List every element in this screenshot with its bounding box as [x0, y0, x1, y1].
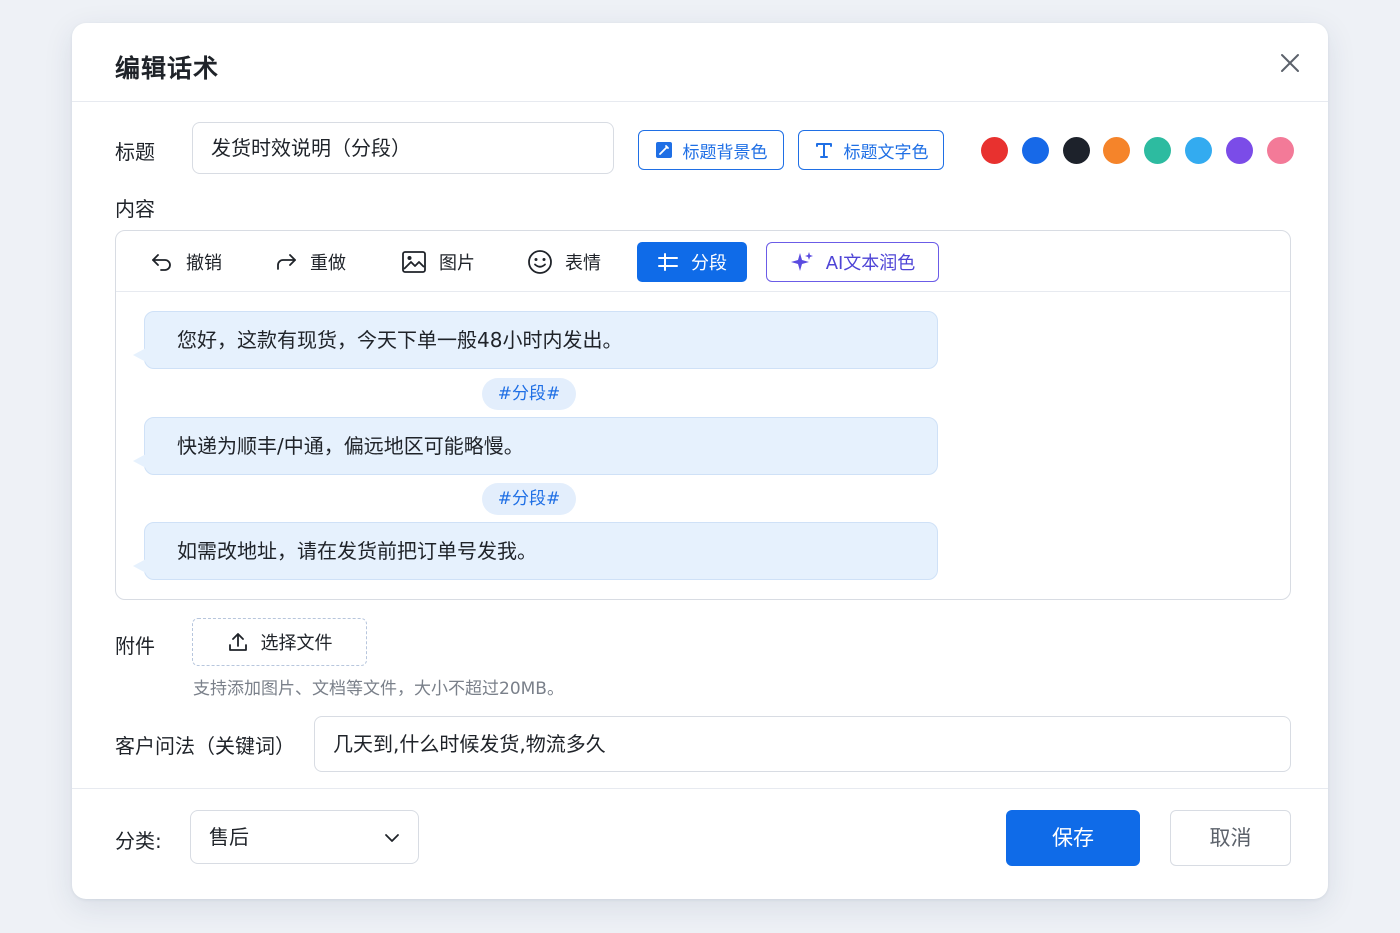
content-label: 内容	[115, 197, 155, 221]
color-swatch-1[interactable]	[981, 137, 1008, 164]
title-text-color-label: 标题文字色	[843, 142, 929, 163]
message-bubble-2[interactable]: 快递为顺丰/中通，偏远地区可能略慢。	[133, 417, 938, 475]
undo-icon	[152, 254, 171, 271]
dialog-header: 编辑话术	[72, 23, 1328, 102]
edit-script-dialog: 编辑话术 标题 发货时效说明（分段） 标题背景色 标题文字色 内容 撤销 重做 …	[72, 23, 1328, 899]
color-swatch-6[interactable]	[1185, 137, 1212, 164]
color-swatch-8[interactable]	[1266, 137, 1294, 164]
redo-icon	[277, 254, 296, 270]
emoji-label: 表情	[565, 253, 601, 274]
upload-hint: 支持添加图片、文档等文件，大小不超过20MB。	[193, 679, 564, 699]
bubble-tail	[133, 559, 146, 573]
keyword-label: 客户问法（关键词）	[115, 734, 295, 758]
segment-tag-2: #分段#	[482, 483, 576, 515]
message-text: 如需改地址，请在发货前把订单号发我。	[177, 539, 537, 563]
title-label: 标题	[115, 140, 155, 164]
color-swatch-5[interactable]	[1144, 137, 1172, 164]
footer-divider	[72, 788, 1328, 789]
cancel-button[interactable]: 取消	[1170, 810, 1291, 866]
dialog-title: 编辑话术	[115, 54, 220, 83]
keyword-input[interactable]: 几天到,什么时候发货,物流多久	[314, 716, 1291, 772]
save-button[interactable]: 保存	[1006, 810, 1140, 866]
message-text: 您好，这款有现货，今天下单一般48小时内发出。	[177, 328, 623, 352]
segment-icon	[658, 253, 678, 271]
color-swatch-2[interactable]	[1021, 137, 1049, 164]
bubble-tail	[133, 348, 146, 362]
redo-button[interactable]: 重做	[274, 242, 346, 282]
fill-color-icon	[655, 141, 673, 159]
sparkle-icon	[790, 252, 813, 271]
segment-label: 分段	[691, 253, 727, 274]
segment-button[interactable]: 分段	[637, 242, 747, 282]
ai-polish-button[interactable]: AI文本润色	[766, 242, 939, 282]
upload-icon	[228, 633, 247, 651]
close-button[interactable]	[1280, 53, 1300, 73]
undo-button[interactable]: 撤销	[150, 242, 222, 282]
title-text-color-button[interactable]: 标题文字色	[798, 130, 944, 170]
bubble-tail	[133, 454, 146, 468]
color-swatch-3[interactable]	[1062, 137, 1090, 164]
category-value: 售后	[209, 825, 249, 849]
color-swatch-4[interactable]	[1103, 137, 1131, 164]
message-text: 快递为顺丰/中通，偏远地区可能略慢。	[177, 434, 524, 458]
editor-toolbar: 撤销 重做 图片 表情 分段 AI文本润色	[116, 231, 1290, 292]
attachment-label: 附件	[115, 634, 155, 658]
rich-text-editor: 撤销 重做 图片 表情 分段 AI文本润色 您好，这款有现货，今天下单一般48小…	[115, 230, 1291, 600]
image-icon	[402, 251, 426, 273]
color-swatch-7[interactable]	[1225, 137, 1253, 164]
image-button[interactable]: 图片	[401, 242, 475, 282]
close-icon	[1281, 54, 1299, 72]
title-input[interactable]: 发货时效说明（分段）	[192, 122, 614, 174]
select-file-button[interactable]: 选择文件	[192, 618, 367, 666]
message-bubble-3[interactable]: 如需改地址，请在发货前把订单号发我。	[133, 522, 938, 580]
redo-label: 重做	[310, 253, 346, 274]
ai-polish-label: AI文本润色	[825, 253, 916, 274]
title-bg-color-label: 标题背景色	[682, 142, 768, 163]
text-t-icon	[814, 140, 834, 160]
message-bubble-1[interactable]: 您好，这款有现货，今天下单一般48小时内发出。	[133, 311, 938, 369]
image-label: 图片	[439, 253, 475, 274]
select-file-label: 选择文件	[260, 633, 333, 654]
chevron-down-icon	[385, 834, 399, 842]
title-bg-color-button[interactable]: 标题背景色	[638, 130, 784, 170]
category-select[interactable]: 售后	[190, 810, 419, 864]
emoji-button[interactable]: 表情	[527, 242, 601, 282]
emoji-icon	[528, 250, 552, 274]
undo-label: 撤销	[186, 253, 222, 274]
category-label: 分类:	[115, 829, 162, 853]
segment-tag-1: #分段#	[482, 378, 576, 410]
